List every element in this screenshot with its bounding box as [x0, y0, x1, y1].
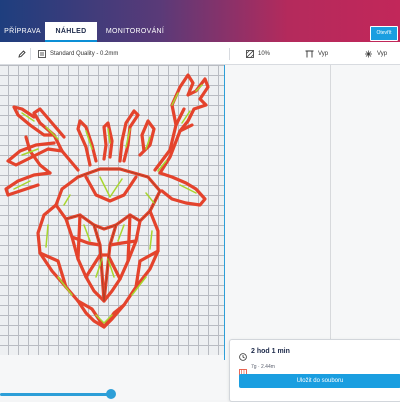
tab-monitorovani[interactable]: MONITOROVÁNÍ [100, 22, 170, 42]
open-button[interactable]: Otevřít [370, 26, 398, 41]
sliced-model-stag-head[interactable] [0, 65, 224, 355]
stage-tabs: PŘÍPRAVA NÁHLED MONITOROVÁNÍ [0, 22, 400, 42]
profile-icon [38, 50, 46, 60]
print-settings-bar: Standard Quality - 0.2mm 10% Vyp Vyp [0, 44, 400, 65]
adhesion-icon [364, 50, 373, 60]
adhesion-value[interactable]: Vyp [377, 44, 387, 64]
layer-slider-handle[interactable] [106, 389, 116, 399]
build-volume-edge [224, 65, 225, 360]
divider [30, 48, 31, 60]
support-value[interactable]: Vyp [318, 44, 328, 64]
top-toolbar: PŘÍPRAVA NÁHLED MONITOROVÁNÍ Otevřít [0, 0, 400, 46]
profile-selector[interactable]: Standard Quality - 0.2mm [50, 44, 118, 64]
tab-priprava[interactable]: PŘÍPRAVA [0, 22, 45, 42]
save-to-file-button[interactable]: Uložit do souboru [239, 374, 400, 388]
divider [229, 48, 230, 60]
header-band [0, 0, 400, 22]
pencil-icon[interactable] [18, 50, 26, 60]
infill-value[interactable]: 10% [258, 44, 270, 64]
support-icon [305, 50, 314, 60]
layer-slider-track[interactable] [0, 393, 112, 396]
material-usage: 7g · 2.44m [251, 364, 275, 370]
infill-icon [246, 50, 254, 60]
print-time: 2 hod 1 min [251, 348, 290, 355]
print-job-card: 2 hod 1 min 7g · 2.44m Uložit do souboru [229, 339, 400, 402]
tab-nahled[interactable]: NÁHLED [45, 22, 97, 42]
